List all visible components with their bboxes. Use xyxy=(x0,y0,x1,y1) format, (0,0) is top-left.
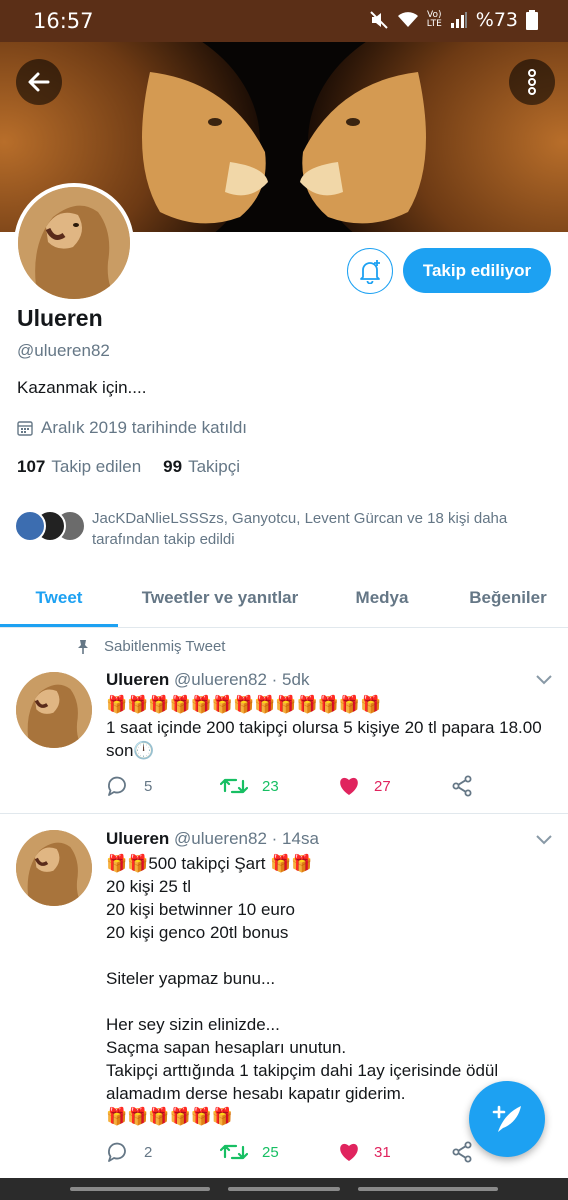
followers-count: 99 xyxy=(163,457,183,476)
tab-media[interactable]: Medya xyxy=(336,570,428,626)
nav-back[interactable] xyxy=(358,1187,498,1191)
tweet-author-name: Ulueren xyxy=(106,829,170,848)
tweet-author-handle: @ulueren82 xyxy=(174,829,267,848)
retweet-icon xyxy=(220,1144,248,1160)
chevron-down-icon[interactable] xyxy=(535,674,553,686)
tab-tweets-replies[interactable]: Tweetler ve yanıtlar xyxy=(122,570,318,626)
retweet-icon xyxy=(220,778,248,794)
arrow-left-icon xyxy=(28,72,50,92)
pinned-text: Sabitlenmiş Tweet xyxy=(104,638,226,655)
reply-icon xyxy=(108,1142,126,1162)
lioness-avatar-image xyxy=(16,830,92,906)
tweet-author-name: Ulueren xyxy=(106,670,170,689)
tweet-author-handle: @ulueren82 xyxy=(174,670,267,689)
lioness-avatar-image xyxy=(18,187,130,299)
reply-icon xyxy=(108,776,126,796)
joined-text: Aralık 2019 tarihinde katıldı xyxy=(41,418,248,437)
retweet-button[interactable]: 23 xyxy=(220,771,279,801)
active-tab-indicator xyxy=(0,624,118,627)
reply-count: 2 xyxy=(144,1143,153,1161)
profile-tabs: Tweet Tweetler ve yanıtlar Medya Beğenil… xyxy=(0,570,568,628)
system-nav-bar xyxy=(0,1178,568,1200)
wifi-icon xyxy=(397,11,419,29)
tweet-actions: 5 23 27 xyxy=(106,771,546,801)
tweet-header: Ulueren @ulueren82 · 14sa xyxy=(106,829,319,849)
signal-icon xyxy=(450,11,468,29)
tweet-header: Ulueren @ulueren82 · 5dk xyxy=(106,670,309,690)
retweet-count: 23 xyxy=(262,777,279,795)
following-label: Takip edilen xyxy=(51,457,142,476)
tweet-time: · 5dk xyxy=(271,670,310,689)
compose-tweet-button[interactable] xyxy=(469,1081,545,1157)
status-bar: 16:57 Vo) LTE %73 xyxy=(0,0,568,42)
followed-by[interactable]: JacKDaNlieLSSSzs, Ganyotcu, Levent Gürca… xyxy=(14,508,554,550)
profile-bio: Kazanmak için.... xyxy=(17,378,147,397)
following-stat[interactable]: 107 Takip edilen xyxy=(17,457,141,477)
battery-icon xyxy=(526,10,538,30)
notification-bell-button[interactable] xyxy=(347,248,393,294)
tab-likes[interactable]: Beğeniler xyxy=(452,570,564,626)
tweet[interactable]: Ulueren @ulueren82 · 5dk 🎁🎁🎁🎁🎁🎁🎁🎁🎁🎁🎁🎁🎁 1… xyxy=(0,660,568,810)
share-button[interactable] xyxy=(450,1137,474,1167)
calendar-icon xyxy=(17,421,33,436)
lte-icon: Vo) LTE xyxy=(426,10,442,29)
following-button[interactable]: Takip ediliyor xyxy=(403,248,551,293)
like-count: 27 xyxy=(374,777,391,795)
more-vertical-icon xyxy=(528,69,536,95)
tab-tweets[interactable]: Tweet xyxy=(0,570,118,626)
tweet-text: 🎁🎁🎁🎁🎁🎁🎁🎁🎁🎁🎁🎁🎁 1 saat içinde 200 takipçi … xyxy=(106,695,542,760)
share-button[interactable] xyxy=(450,771,474,801)
followers-stat[interactable]: 99 Takipçi xyxy=(163,457,240,477)
pin-icon xyxy=(78,639,88,654)
pinned-label: Sabitlenmiş Tweet xyxy=(76,638,225,655)
battery-percent: %73 xyxy=(475,9,518,31)
followed-by-avatars xyxy=(14,508,88,544)
tweet-time: · 14sa xyxy=(271,829,319,848)
status-icons: Vo) LTE %73 xyxy=(369,9,538,31)
like-button[interactable]: 31 xyxy=(338,1137,391,1167)
avatar xyxy=(14,510,46,542)
heart-icon xyxy=(340,1143,358,1161)
like-button[interactable]: 27 xyxy=(338,771,391,801)
reply-button[interactable]: 5 xyxy=(106,771,152,801)
heart-icon xyxy=(340,777,358,795)
share-icon xyxy=(452,775,472,797)
back-button[interactable] xyxy=(16,59,62,105)
tweet-text: 🎁🎁500 takipçi Şart 🎁🎁 20 kişi 25 tl 20 k… xyxy=(106,854,499,1126)
followers-label: Takipçi xyxy=(188,457,241,476)
more-options-button[interactable] xyxy=(509,59,555,105)
lioness-avatar-image xyxy=(16,672,92,748)
like-count: 31 xyxy=(374,1143,391,1161)
nav-recents[interactable] xyxy=(70,1187,210,1191)
profile-avatar[interactable] xyxy=(14,183,134,303)
tweet-avatar[interactable] xyxy=(16,830,92,906)
mute-icon xyxy=(369,10,389,30)
retweet-button[interactable]: 25 xyxy=(220,1137,279,1167)
reply-button[interactable]: 2 xyxy=(106,1137,152,1167)
reply-count: 5 xyxy=(144,777,153,795)
bell-plus-icon xyxy=(360,260,380,284)
following-count: 107 xyxy=(17,457,46,476)
nav-home[interactable] xyxy=(228,1187,340,1191)
status-time: 16:57 xyxy=(33,9,94,33)
profile-handle: @ulueren82 xyxy=(17,341,110,360)
compose-feather-icon xyxy=(492,1105,521,1132)
followed-by-text: JacKDaNlieLSSSzs, Ganyotcu, Levent Gürca… xyxy=(92,510,508,548)
profile-name: Ulueren xyxy=(17,305,103,331)
share-icon xyxy=(452,1141,472,1163)
tweet-avatar[interactable] xyxy=(16,672,92,748)
profile-joined: Aralık 2019 tarihinde katıldı xyxy=(17,418,247,438)
chevron-down-icon[interactable] xyxy=(535,834,553,846)
retweet-count: 25 xyxy=(262,1143,279,1161)
profile-stats: 107 Takip edilen 99 Takipçi xyxy=(17,457,240,477)
